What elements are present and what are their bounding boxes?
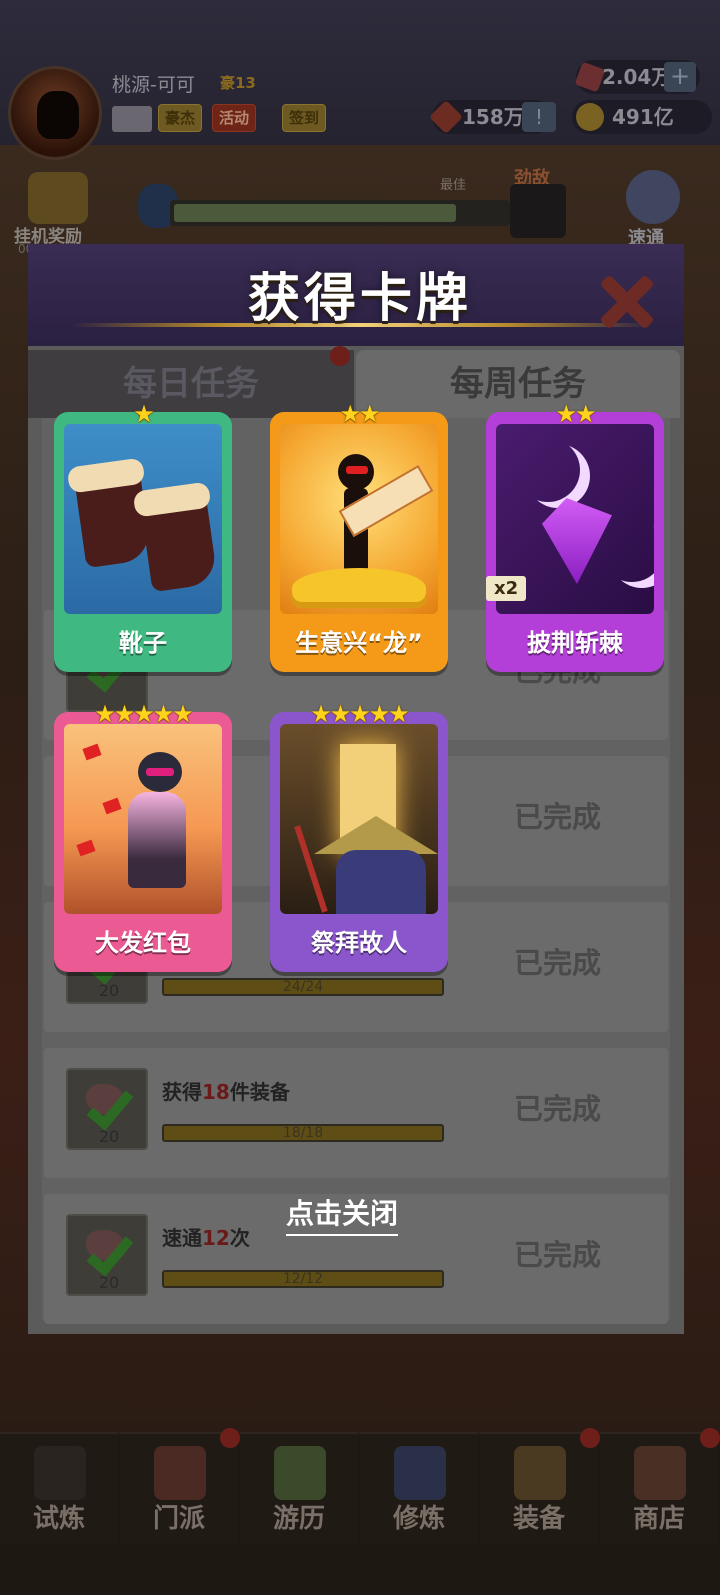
stickman-eye [346, 466, 368, 474]
sword-icon [514, 1446, 566, 1500]
incense-stick [294, 825, 328, 913]
nav-cultivate[interactable]: 修炼 [360, 1432, 478, 1544]
envelope-icon [76, 839, 96, 857]
incense-icon [280, 724, 438, 914]
boot-left [73, 467, 153, 569]
task-progress-bar: 12/12 [162, 1270, 444, 1288]
stage-progress-fill [174, 204, 456, 222]
card-boots[interactable]: ★ 靴子 [54, 400, 232, 672]
task-desc-count: 12 [202, 1226, 230, 1250]
scroll-icon [394, 1446, 446, 1500]
character-eye [146, 768, 174, 776]
nav-sect[interactable]: 门派 [120, 1428, 240, 1544]
task-progress-bar: 24/24 [162, 978, 444, 996]
player-avatar[interactable] [8, 66, 102, 160]
card-name: 大发红包 [95, 929, 191, 957]
card-count-badge: x2 [486, 576, 527, 601]
nav-travel[interactable]: 游历 [240, 1432, 358, 1544]
task-status: 已完成 [514, 946, 602, 980]
task-desc-post: 次 [229, 1226, 250, 1250]
player-name: 桃源-可可 [112, 74, 195, 96]
red-envelope-icon [64, 724, 222, 914]
player-rank: 豪13 [220, 74, 256, 92]
task-status: 已完成 [514, 1092, 602, 1126]
coin-pile [292, 568, 426, 608]
card-name: 生意兴“龙” [295, 629, 423, 657]
card-big-red-envelope[interactable]: ★★★★★ 大发红包 [54, 700, 232, 972]
task-description: 速通12次 [162, 1222, 250, 1251]
tap-to-close-button[interactable]: 点击关闭 [286, 1192, 399, 1236]
card-name: 靴子 [119, 629, 167, 657]
boot-right [139, 491, 219, 593]
task-desc-count: 18 [202, 1080, 230, 1104]
nav-trial[interactable]: 试炼 [0, 1432, 118, 1544]
task-desc-post: 件装备 [229, 1080, 290, 1104]
nav-label: 游历 [272, 1504, 325, 1534]
task-reward-amount: 20 [98, 981, 120, 1000]
nav-label: 试炼 [32, 1504, 85, 1534]
character-robe [336, 850, 426, 914]
envelope-icon [82, 743, 102, 761]
card-name: 祭拜故人 [311, 929, 407, 957]
nav-equipment[interactable]: 装备 [480, 1428, 600, 1544]
notification-dot [700, 1428, 720, 1448]
quick-pass-icon[interactable] [626, 170, 680, 224]
task-desc-pre: 速通 [162, 1226, 202, 1250]
task-status: 已完成 [514, 1238, 602, 1272]
best-label: 最佳 [440, 178, 467, 193]
task-reward-amount: 20 [98, 1127, 120, 1146]
ruby-value: 158万 [462, 105, 524, 129]
task-reward-icon: 20 [66, 1214, 148, 1296]
close-icon[interactable] [596, 272, 656, 332]
add-gems-button[interactable]: + [664, 62, 696, 92]
card-name: 披荆斩棘 [527, 629, 623, 657]
gem-icon [574, 61, 606, 93]
ninja-icon [34, 1446, 86, 1500]
card-overcome-obstacles[interactable]: ★★ x2 披荆斩棘 [486, 400, 664, 672]
nav-label: 门派 [152, 1504, 205, 1534]
daily-notification-dot [330, 346, 350, 366]
landscape-icon [274, 1446, 326, 1500]
character-body [128, 792, 186, 888]
card-prosperous-dragon[interactable]: ★★ 生意兴“龙” [270, 400, 448, 672]
task-reward-icon: 20 [66, 1068, 148, 1150]
shop-icon [634, 1446, 686, 1500]
gold-counter: 491亿 [572, 100, 712, 134]
checkin-button[interactable]: 签到 [282, 104, 327, 132]
task-progress-bar: 18/18 [162, 1124, 444, 1142]
nav-label: 修炼 [392, 1504, 445, 1534]
notification-dot [580, 1428, 600, 1448]
task-row: 20 获得18件装备 18/18 已完成 [44, 1048, 668, 1178]
task-status: 已完成 [514, 800, 602, 834]
task-description: 获得18件装备 [162, 1076, 290, 1105]
nav-shop[interactable]: 商店 [600, 1428, 720, 1544]
crescent-moon [600, 518, 654, 582]
hero-button[interactable]: 豪杰 [158, 104, 203, 132]
boots-icon [64, 424, 222, 614]
rival-icon[interactable] [510, 184, 566, 238]
task-reward-amount: 20 [98, 1273, 120, 1292]
crescent-moon [516, 438, 580, 502]
nav-label: 商店 [632, 1504, 685, 1534]
event-button[interactable]: 活动 [212, 104, 257, 132]
nav-label: 装备 [512, 1504, 565, 1534]
card-honor-ancestors[interactable]: ★★★★★ 祭拜故人 [270, 700, 448, 972]
gold-coins-icon [280, 424, 438, 614]
task-desc-pre: 获得 [162, 1080, 202, 1104]
straw-hat [314, 816, 438, 854]
chest-icon[interactable] [28, 172, 88, 224]
temple-icon [154, 1446, 206, 1500]
gem-value: 2.04万 [602, 65, 672, 89]
ruby-info-button[interactable]: ! [522, 102, 556, 132]
gold-value: 491亿 [612, 105, 674, 129]
envelope-icon [102, 797, 122, 815]
notification-dot [220, 1428, 240, 1448]
gold-coin-icon [576, 103, 604, 131]
bottom-nav: 试炼 门派 游历 修炼 装备 商店 [0, 1428, 720, 1544]
mail-icon[interactable] [112, 106, 152, 132]
